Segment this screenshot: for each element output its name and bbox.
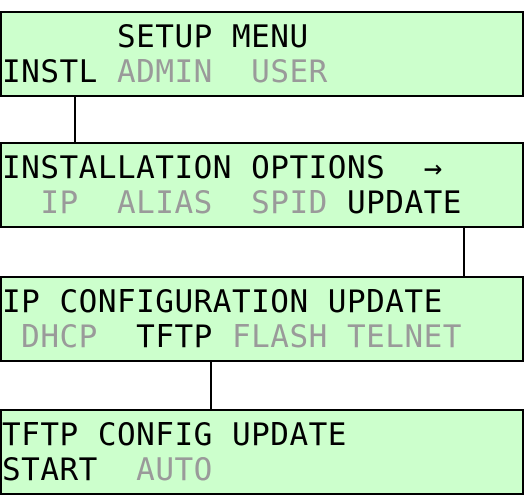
option-instl[interactable]: INSTL: [2, 54, 98, 90]
option-tftp[interactable]: TFTP: [136, 319, 213, 355]
setup-menu-options: INSTL ADMIN USER: [2, 55, 328, 89]
setup-menu-panel: SETUP MENU INSTL ADMIN USER: [0, 11, 524, 97]
connector-line: [210, 360, 212, 411]
setup-menu-title-text: SETUP MENU: [2, 19, 309, 55]
tftp-config-title-text: TFTP CONFIG UPDATE: [2, 417, 347, 453]
option-alias[interactable]: ALIAS: [117, 185, 213, 221]
ip-configuration-title-text: IP CONFIGURATION UPDATE: [2, 284, 443, 320]
connector-line: [463, 226, 465, 278]
ip-configuration-title: IP CONFIGURATION UPDATE: [2, 285, 443, 319]
connector-line: [74, 95, 76, 144]
option-auto[interactable]: AUTO: [136, 452, 213, 488]
option-admin[interactable]: ADMIN: [117, 54, 213, 90]
installation-options-panel: INSTALLATION OPTIONS → IP ALIAS SPID UPD…: [0, 142, 524, 228]
option-flash[interactable]: FLASH: [232, 319, 328, 355]
ip-configuration-options: DHCP TFTP FLASH TELNET: [2, 320, 462, 354]
setup-menu-title: SETUP MENU: [2, 20, 309, 54]
tftp-config-title: TFTP CONFIG UPDATE: [2, 418, 347, 452]
option-spid[interactable]: SPID: [251, 185, 328, 221]
option-user[interactable]: USER: [251, 54, 328, 90]
ip-configuration-panel: IP CONFIGURATION UPDATE DHCP TFTP FLASH …: [0, 276, 524, 362]
installation-options-title-text: INSTALLATION OPTIONS: [2, 150, 424, 186]
option-telnet[interactable]: TELNET: [347, 319, 462, 355]
installation-options-title: INSTALLATION OPTIONS →: [2, 151, 443, 185]
installation-options-options: IP ALIAS SPID UPDATE: [2, 186, 462, 220]
arrow-right-icon[interactable]: →: [424, 150, 443, 186]
tftp-config-options: START AUTO: [2, 453, 213, 487]
option-start[interactable]: START: [2, 452, 98, 488]
option-ip[interactable]: IP: [40, 185, 78, 221]
tftp-config-panel: TFTP CONFIG UPDATE START AUTO: [0, 409, 524, 495]
option-dhcp[interactable]: DHCP: [21, 319, 98, 355]
option-update[interactable]: UPDATE: [347, 185, 462, 221]
